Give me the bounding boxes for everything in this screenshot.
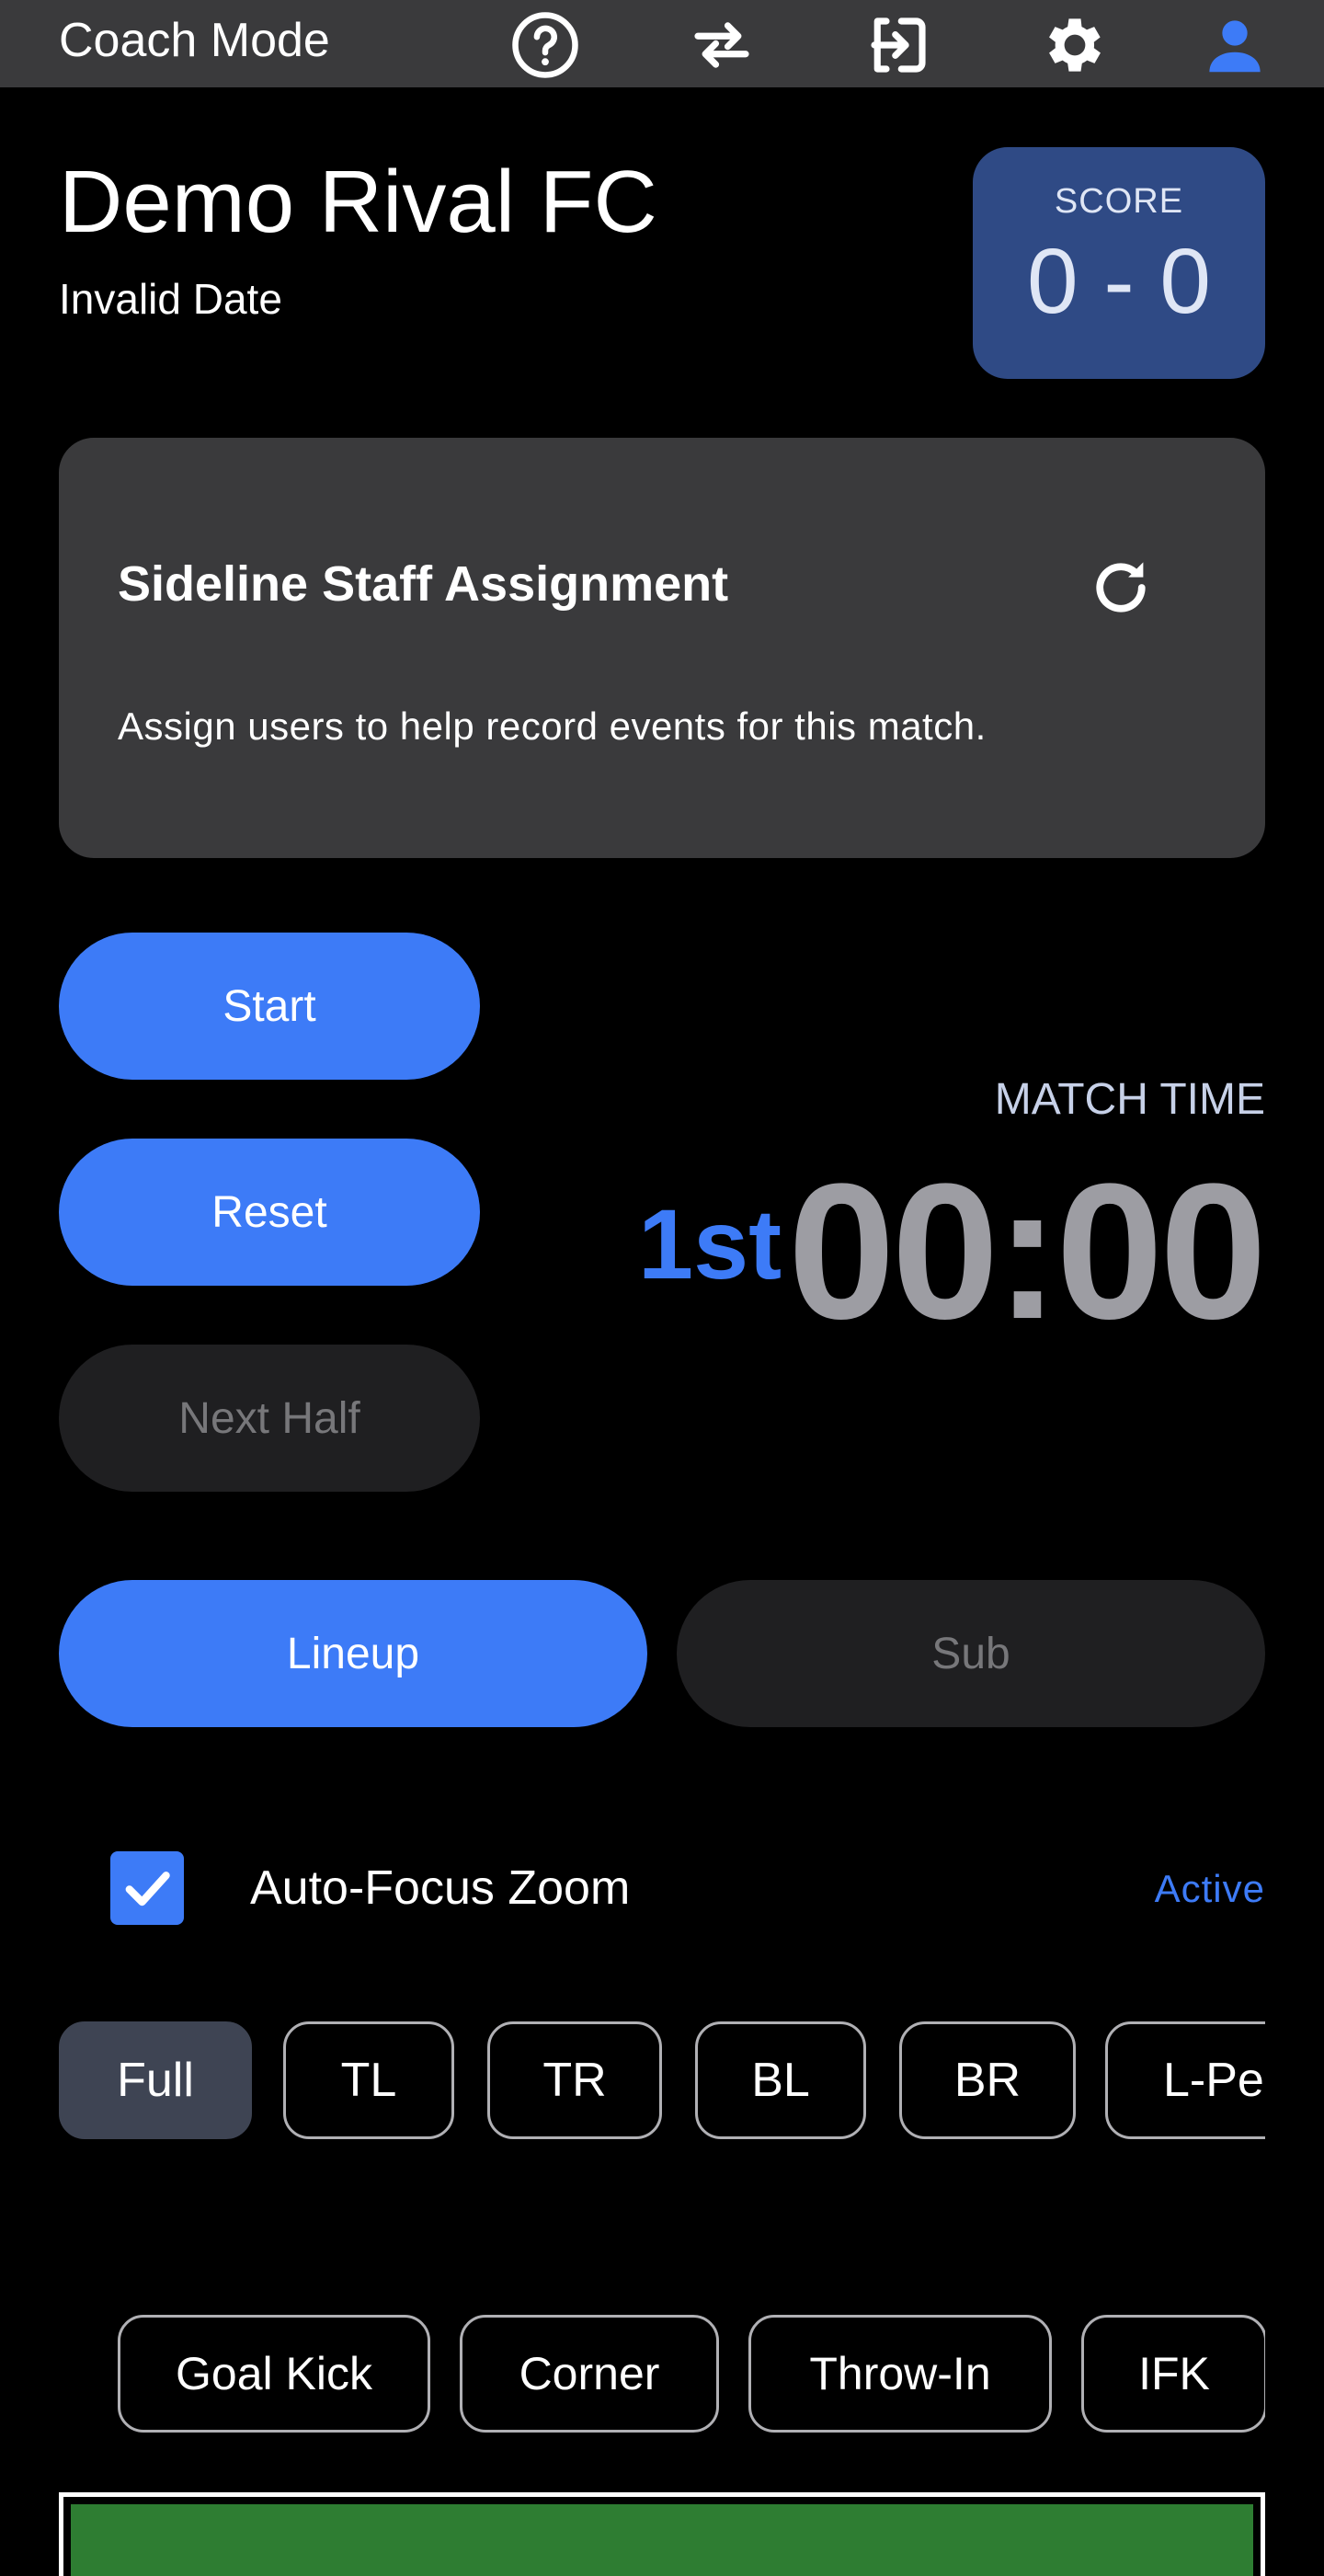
check-icon bbox=[125, 1872, 170, 1906]
score-card: SCORE 0 - 0 bbox=[973, 147, 1265, 379]
zoom-tl-button[interactable]: TL bbox=[283, 2021, 454, 2139]
top-app-bar: Coach Mode bbox=[0, 0, 1324, 87]
zoom-tr-button[interactable]: TR bbox=[487, 2021, 662, 2139]
score-value: 0 - 0 bbox=[1026, 230, 1212, 333]
sub-button[interactable]: Sub bbox=[677, 1580, 1265, 1727]
staff-assignment-card: Sideline Staff Assignment Assign users t… bbox=[59, 438, 1265, 858]
match-half: 1st bbox=[638, 1188, 782, 1299]
auto-focus-label: Auto-Focus Zoom bbox=[250, 1861, 631, 1915]
pitch-preview[interactable] bbox=[59, 2492, 1265, 2576]
staff-assignment-title: Sideline Staff Assignment bbox=[118, 556, 729, 612]
ifk-button[interactable]: IFK bbox=[1081, 2315, 1265, 2433]
score-label: SCORE bbox=[1054, 182, 1184, 221]
app-title: Coach Mode bbox=[59, 14, 330, 67]
start-button[interactable]: Start bbox=[59, 933, 480, 1080]
corner-button[interactable]: Corner bbox=[460, 2315, 719, 2433]
zoom-bl-button[interactable]: BL bbox=[695, 2021, 866, 2139]
help-icon[interactable] bbox=[508, 7, 583, 83]
zoom-full-button[interactable]: Full bbox=[59, 2021, 252, 2139]
refresh-icon[interactable] bbox=[1079, 546, 1162, 629]
exit-icon[interactable] bbox=[861, 7, 936, 83]
match-clock: 00:00 bbox=[787, 1143, 1267, 1359]
pitch-grass bbox=[71, 2504, 1253, 2576]
settings-icon[interactable] bbox=[1037, 7, 1113, 83]
zoom-l-pen-button[interactable]: L-Pen bbox=[1105, 2021, 1265, 2139]
auto-focus-checkbox[interactable] bbox=[110, 1851, 184, 1925]
goal-kick-button[interactable]: Goal Kick bbox=[118, 2315, 430, 2433]
swap-icon[interactable] bbox=[684, 7, 759, 83]
account-icon[interactable] bbox=[1197, 7, 1273, 83]
next-half-button[interactable]: Next Half bbox=[59, 1345, 480, 1492]
auto-focus-status: Active bbox=[1154, 1867, 1265, 1910]
zoom-br-button[interactable]: BR bbox=[899, 2021, 1076, 2139]
staff-assignment-description: Assign users to help record events for t… bbox=[118, 704, 987, 748]
reset-button[interactable]: Reset bbox=[59, 1139, 480, 1286]
match-date: Invalid Date bbox=[59, 275, 282, 323]
throw-in-button[interactable]: Throw-In bbox=[748, 2315, 1052, 2433]
event-selector: Goal Kick Corner Throw-In IFK bbox=[118, 2315, 1265, 2434]
match-title: Demo Rival FC bbox=[59, 153, 657, 251]
zoom-selector: Full TL TR BL BR L-Pen bbox=[59, 2021, 1265, 2141]
lineup-button[interactable]: Lineup bbox=[59, 1580, 647, 1727]
match-time-label: MATCH TIME bbox=[994, 1075, 1265, 1124]
